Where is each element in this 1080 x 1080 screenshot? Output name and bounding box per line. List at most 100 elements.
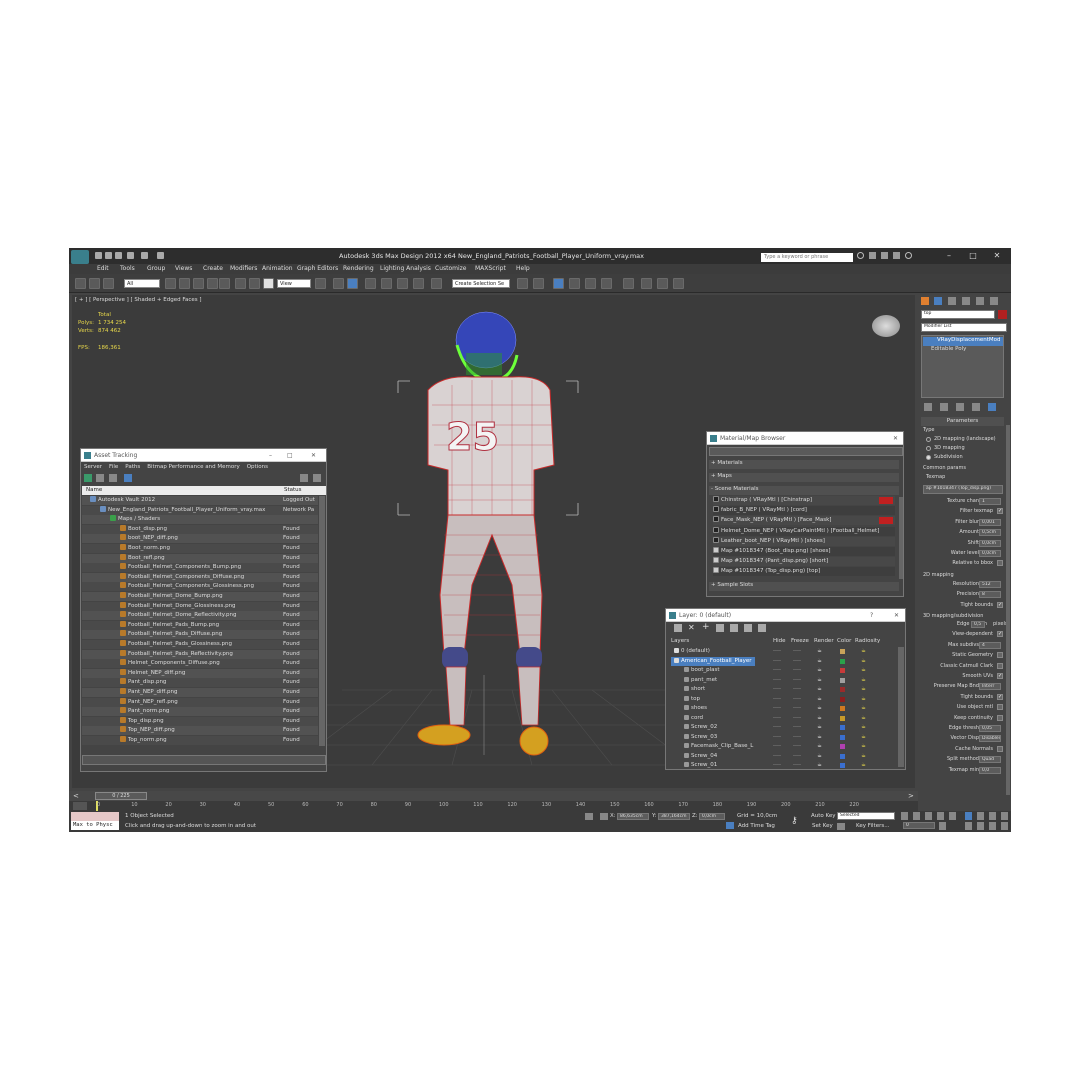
select-move-icon[interactable] — [219, 278, 230, 289]
asset-refresh-icon[interactable] — [313, 474, 321, 482]
section-maps[interactable]: + Maps — [709, 473, 899, 482]
param-checkbox[interactable]: ✓ — [997, 631, 1003, 638]
layer-name-cell[interactable]: boot_plast — [681, 666, 723, 675]
layer-row[interactable]: boot_plast ---- ---- ☕ ☕ — [667, 666, 896, 675]
subscription-icon[interactable] — [869, 252, 876, 259]
type-radio[interactable] — [926, 455, 931, 460]
key-filters-button[interactable]: Key Filters... — [856, 823, 889, 829]
object-color-swatch[interactable] — [998, 310, 1007, 319]
layer-toggle-dash[interactable]: ---- — [793, 743, 801, 749]
rect-selection-icon[interactable] — [193, 278, 204, 289]
material-item[interactable]: Face_Mask_NEP ( VRayMtl ) [Face_Mask] — [713, 516, 895, 526]
layer-name-cell[interactable]: Facemask_Clip_Base_L — [681, 742, 756, 751]
hide-all-icon[interactable] — [744, 624, 752, 632]
asset-menu-options[interactable]: Options — [247, 464, 268, 470]
render-production-icon[interactable] — [673, 278, 684, 289]
layer-toggle-dash[interactable]: ---- — [773, 734, 781, 740]
asset-close-button[interactable]: ✕ — [311, 449, 316, 462]
new-icon[interactable] — [95, 252, 102, 259]
render-teapot-icon[interactable]: ☕ — [817, 667, 822, 673]
asset-menu-paths[interactable]: Paths — [125, 464, 140, 470]
minimize-button[interactable]: – — [943, 250, 955, 261]
layer-row[interactable]: pant_met ---- ---- ☕ ☕ — [667, 676, 896, 685]
layer-toggle-dash[interactable]: ---- — [773, 762, 781, 768]
key-filter-icon[interactable] — [837, 823, 845, 830]
menu-views[interactable]: Views — [175, 265, 192, 272]
play-icon[interactable] — [925, 812, 932, 820]
param-checkbox[interactable] — [997, 652, 1003, 659]
zoom-extents-all-icon[interactable] — [1001, 812, 1008, 820]
render-teapot-icon[interactable]: ☕ — [817, 677, 822, 683]
time-tag-icon[interactable] — [726, 822, 734, 829]
z-coordinate-field[interactable]: 0,0cm — [699, 813, 725, 820]
layer-row[interactable]: short ---- ---- ☕ ☕ — [667, 685, 896, 694]
material-close-button[interactable]: ✕ — [893, 432, 898, 445]
material-item[interactable]: fabric_B_NEP ( VRayMtl ) [cord] — [713, 506, 895, 516]
layer-toggle-dash[interactable]: ---- — [773, 715, 781, 721]
layer-name-cell[interactable]: cord — [681, 714, 706, 723]
param-spinner[interactable]: 0,001 — [979, 518, 1001, 526]
reference-coordinate-dropdown[interactable]: View — [277, 279, 311, 288]
pin-stack-icon[interactable] — [924, 403, 932, 411]
asset-row[interactable]: Football_Helmet_Dome_Reflectivity.png Fou… — [82, 611, 318, 621]
snaps-toggle-icon[interactable] — [365, 278, 376, 289]
orbit-icon[interactable] — [989, 822, 996, 830]
previous-frame-icon[interactable] — [913, 812, 920, 820]
make-unique-icon[interactable] — [956, 403, 964, 411]
param-spinner[interactable]: 4 — [979, 641, 1001, 649]
add-to-layer-icon[interactable]: + — [702, 622, 710, 632]
display-tab-icon[interactable] — [976, 297, 984, 305]
close-button[interactable]: ✕ — [991, 250, 1003, 261]
material-item[interactable]: Leather_boot_NEP ( VRayMtl ) [shoes] — [713, 536, 895, 546]
layer-row[interactable]: American_Football_Player ---- ---- ☕ ☕ — [667, 656, 896, 666]
pivot-center-icon[interactable] — [315, 278, 326, 289]
layer-toggle-dash[interactable]: ---- — [793, 686, 801, 692]
layer-toggle-dash[interactable]: ---- — [773, 753, 781, 759]
layer-toggle-dash[interactable]: ---- — [793, 753, 801, 759]
param-checkbox[interactable] — [997, 704, 1003, 711]
current-frame-field[interactable]: 0 — [903, 822, 935, 829]
menu-graph-editors[interactable]: Graph Editors — [297, 265, 338, 272]
stack-editable-poly[interactable]: Editable Poly — [923, 346, 1003, 355]
material-scrollbar[interactable] — [899, 497, 903, 579]
asset-row[interactable]: Helmet_Components_Diffuse.png Found — [82, 659, 318, 669]
layer-color-swatch[interactable] — [840, 725, 845, 730]
param-spinner[interactable]: Interr — [979, 683, 1001, 691]
param-spinner[interactable]: 1 — [979, 498, 1001, 505]
radiosity-icon[interactable]: ☕ — [861, 667, 866, 673]
layer-color-swatch[interactable] — [840, 677, 845, 683]
menu-help[interactable]: Help — [516, 265, 530, 272]
param-spinner[interactable]: 0,5cm — [979, 529, 1001, 537]
layer-toggle-dash[interactable]: ---- — [793, 715, 801, 721]
create-layer-icon[interactable] — [674, 624, 682, 632]
menu-rendering[interactable]: Rendering — [343, 265, 374, 272]
type-radio[interactable] — [926, 446, 931, 451]
highlight-layer-icon[interactable] — [730, 624, 738, 632]
layer-row[interactable]: top ---- ---- ☕ ☕ — [667, 695, 896, 704]
create-tab-icon[interactable] — [921, 297, 929, 305]
menu-modifiers[interactable]: Modifiers — [230, 265, 257, 272]
named-selection-dropdown[interactable]: Create Selection Se — [452, 279, 510, 288]
menu-group[interactable]: Group — [147, 265, 165, 272]
key-mode-dropdown[interactable]: Selected — [837, 812, 895, 820]
radiosity-icon[interactable]: ☕ — [861, 648, 866, 654]
modifier-list-dropdown[interactable]: Modifier List — [921, 323, 1007, 332]
radiosity-icon[interactable]: ☕ — [861, 762, 866, 768]
parameters-rollout[interactable]: Parameters — [921, 417, 1004, 426]
layer-toggle-dash[interactable]: ---- — [793, 705, 801, 711]
layer-row[interactable]: 0 (default) ---- ---- ☕ ☕ — [667, 647, 896, 656]
layer-toggle-dash[interactable]: ---- — [773, 696, 781, 702]
radiosity-icon[interactable]: ☕ — [861, 734, 866, 740]
layer-color-swatch[interactable] — [840, 696, 845, 702]
section-scene-materials[interactable]: - Scene Materials — [709, 486, 899, 495]
project-icon[interactable] — [157, 252, 164, 259]
open-icon[interactable] — [105, 252, 112, 259]
asset-row[interactable]: Autodesk Vault 2012 Logged Out — [82, 496, 318, 505]
mirror-icon[interactable] — [517, 278, 528, 289]
pan-view-icon[interactable] — [977, 822, 984, 830]
material-editor-icon[interactable] — [623, 278, 634, 289]
list-view-icon[interactable] — [96, 474, 104, 482]
select-by-name-icon[interactable] — [179, 278, 190, 289]
radiosity-icon[interactable]: ☕ — [861, 696, 866, 702]
selection-lock-icon[interactable] — [585, 813, 593, 820]
